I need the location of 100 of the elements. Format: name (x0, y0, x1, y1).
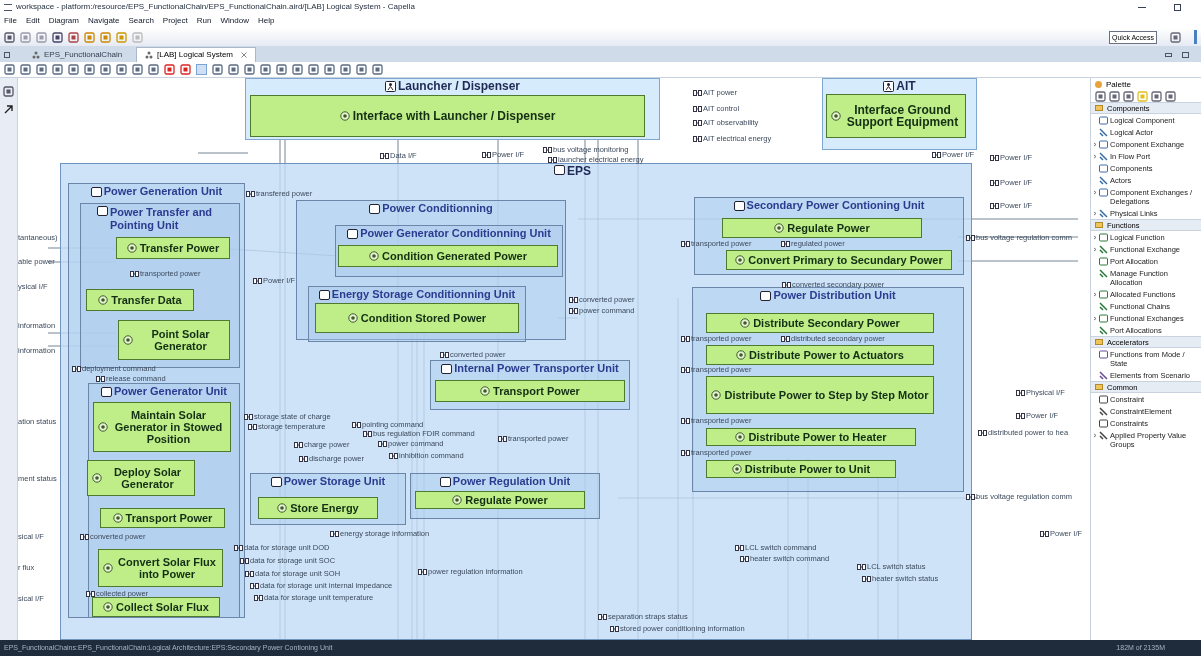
minimize-view-icon[interactable] (1165, 53, 1172, 57)
menu-item[interactable]: Edit (25, 15, 40, 27)
function-label: Distribute Power to Actuators (749, 349, 904, 361)
function-box[interactable]: Regulate Power (415, 491, 585, 509)
menu-item[interactable]: Project (162, 15, 188, 27)
function-icon (731, 464, 742, 474)
function-box[interactable]: Transfer Power (116, 237, 230, 259)
component-title: EPS (567, 165, 591, 178)
function-icon (735, 432, 746, 442)
palette-tool-icon (1099, 163, 1108, 173)
menu-item[interactable]: File (4, 15, 17, 27)
function-box[interactable]: Distribute Power to Actuators (706, 345, 934, 365)
exchange-icon (681, 417, 690, 424)
component-icon (90, 186, 102, 197)
exchange-icon (378, 440, 387, 447)
function-box[interactable]: Regulate Power (722, 218, 922, 238)
menu-item[interactable]: Diagram (48, 15, 79, 27)
function-label: Distribute Secondary Power (753, 317, 900, 329)
function-box[interactable]: Transport Power (435, 380, 625, 402)
exchange-icon (681, 366, 690, 373)
component-container[interactable]: Energy Storage Conditionning Unit Condition Stored Power (308, 286, 526, 342)
component-container[interactable]: Power Conditionning Power Generator Conditionning Unit Condition Generated Power Energy Storage Conditionning Unit Condition Stored Power (296, 200, 566, 340)
editor-tab[interactable]: [LAB] Logical System (136, 47, 257, 62)
component-container[interactable]: Power Generator Conditionning Unit Condition Generated Power (335, 225, 563, 277)
exchange-icon (330, 530, 339, 537)
component-icon (97, 206, 108, 216)
component-title: Launcher / Dispenser (397, 80, 520, 93)
component-title: Power Distribution Unit (773, 289, 896, 302)
palette-tool-icon (1099, 244, 1108, 254)
close-icon[interactable] (241, 52, 248, 58)
component-title: Power Storage Unit (283, 475, 386, 488)
function-icon (711, 390, 722, 400)
exchange-icon (482, 151, 491, 158)
folder-icon (1095, 384, 1103, 390)
function-box[interactable]: Store Energy (258, 497, 378, 519)
function-box[interactable]: Interface with Launcher / Dispenser (250, 95, 645, 137)
exchange-icon (440, 351, 449, 358)
function-icon (735, 255, 746, 265)
actor-container[interactable]: AIT Interface Ground Support Equipment (822, 78, 977, 150)
component-container[interactable] (68, 183, 245, 618)
function-icon (369, 251, 380, 261)
function-box[interactable]: Transport Power (100, 508, 225, 528)
function-box[interactable]: Point Solar Generator (118, 320, 230, 360)
function-box[interactable]: Convert Solar Flux into Power (98, 549, 223, 587)
folder-icon (1095, 222, 1103, 228)
component-icon (347, 228, 359, 239)
palette-tool-icon (1099, 289, 1108, 299)
window-title: workspace - platform:/resource/EPS_FunctionalChain/EPS_FunctionalChain.aird/[LAB] Logical System - Capella (16, 1, 415, 13)
function-box[interactable]: Maintain Solar Generator in Stowed Position (93, 402, 231, 452)
exchange-icon (966, 234, 975, 241)
function-box[interactable]: Transfer Data (86, 289, 194, 311)
function-box[interactable]: Distribute Power to Step by Step Motor (706, 376, 934, 414)
function-box[interactable]: Collect Solar Flux (92, 597, 220, 617)
component-icon (369, 203, 381, 214)
function-box[interactable]: Convert Primary to Secundary Power (726, 250, 952, 270)
menu-item[interactable]: Search (128, 15, 154, 27)
component-title: AIT (896, 80, 916, 93)
function-label: Condition Generated Power (382, 250, 527, 262)
menu-icon[interactable] (4, 3, 12, 11)
function-box[interactable]: Interface Ground Support Equipment (826, 94, 966, 138)
arrow-icon[interactable] (4, 105, 13, 114)
function-box[interactable]: Deploy Solar Generator (87, 460, 195, 496)
component-container[interactable]: Power Storage Unit Store Energy (250, 473, 406, 525)
exchange-icon (681, 449, 690, 456)
function-box[interactable]: Condition Generated Power (338, 245, 558, 267)
menu-item[interactable]: Window (220, 15, 249, 27)
exchange-icon (80, 533, 89, 540)
exchange-icon (740, 555, 749, 562)
actor-icon (384, 81, 396, 92)
function-label: Transfer Power (139, 242, 220, 254)
exchange-icon (240, 557, 249, 564)
restore-icon[interactable] (1174, 3, 1181, 11)
palette-tool-icon (1099, 256, 1108, 266)
function-box[interactable]: Distribute Power to Heater (706, 428, 916, 446)
editor-tab[interactable]: EPS_FunctionalChain (24, 47, 134, 62)
minimize-icon[interactable] (1138, 6, 1146, 8)
menu-item[interactable]: Help (257, 15, 275, 27)
palette-tool-icon (1099, 208, 1108, 218)
function-icon (480, 386, 491, 396)
function-label: Regulate Power (787, 222, 870, 234)
function-box[interactable]: Distribute Secondary Power (706, 313, 934, 333)
component-icon (100, 386, 112, 397)
exchange-icon (380, 152, 389, 159)
function-label: Distribute Power to Unit (744, 463, 871, 475)
menu-item[interactable]: Run (196, 15, 212, 27)
component-container[interactable] (60, 163, 972, 640)
exchange-icon (1016, 389, 1025, 396)
menu-item[interactable]: Navigate (87, 15, 120, 27)
palette-icon (1095, 81, 1102, 88)
actor-container[interactable]: Launcher / Dispenser Interface with Launcher / Dispenser (245, 78, 660, 140)
function-box[interactable]: Distribute Power to Unit (706, 460, 896, 478)
function-box[interactable]: Condition Stored Power (315, 303, 519, 333)
component-container[interactable]: Power Regulation Unit Regulate Power (410, 473, 600, 519)
exchange-icon (782, 281, 791, 288)
component-title: Power Regulation Unit (452, 475, 571, 488)
component-container[interactable]: Internal Power Transporter Unit Transport Power (430, 360, 630, 410)
exchange-icon (681, 240, 690, 247)
component-icon (439, 476, 451, 487)
function-label: Point Solar Generator (150, 328, 211, 352)
maximize-view-icon[interactable] (1182, 52, 1189, 58)
